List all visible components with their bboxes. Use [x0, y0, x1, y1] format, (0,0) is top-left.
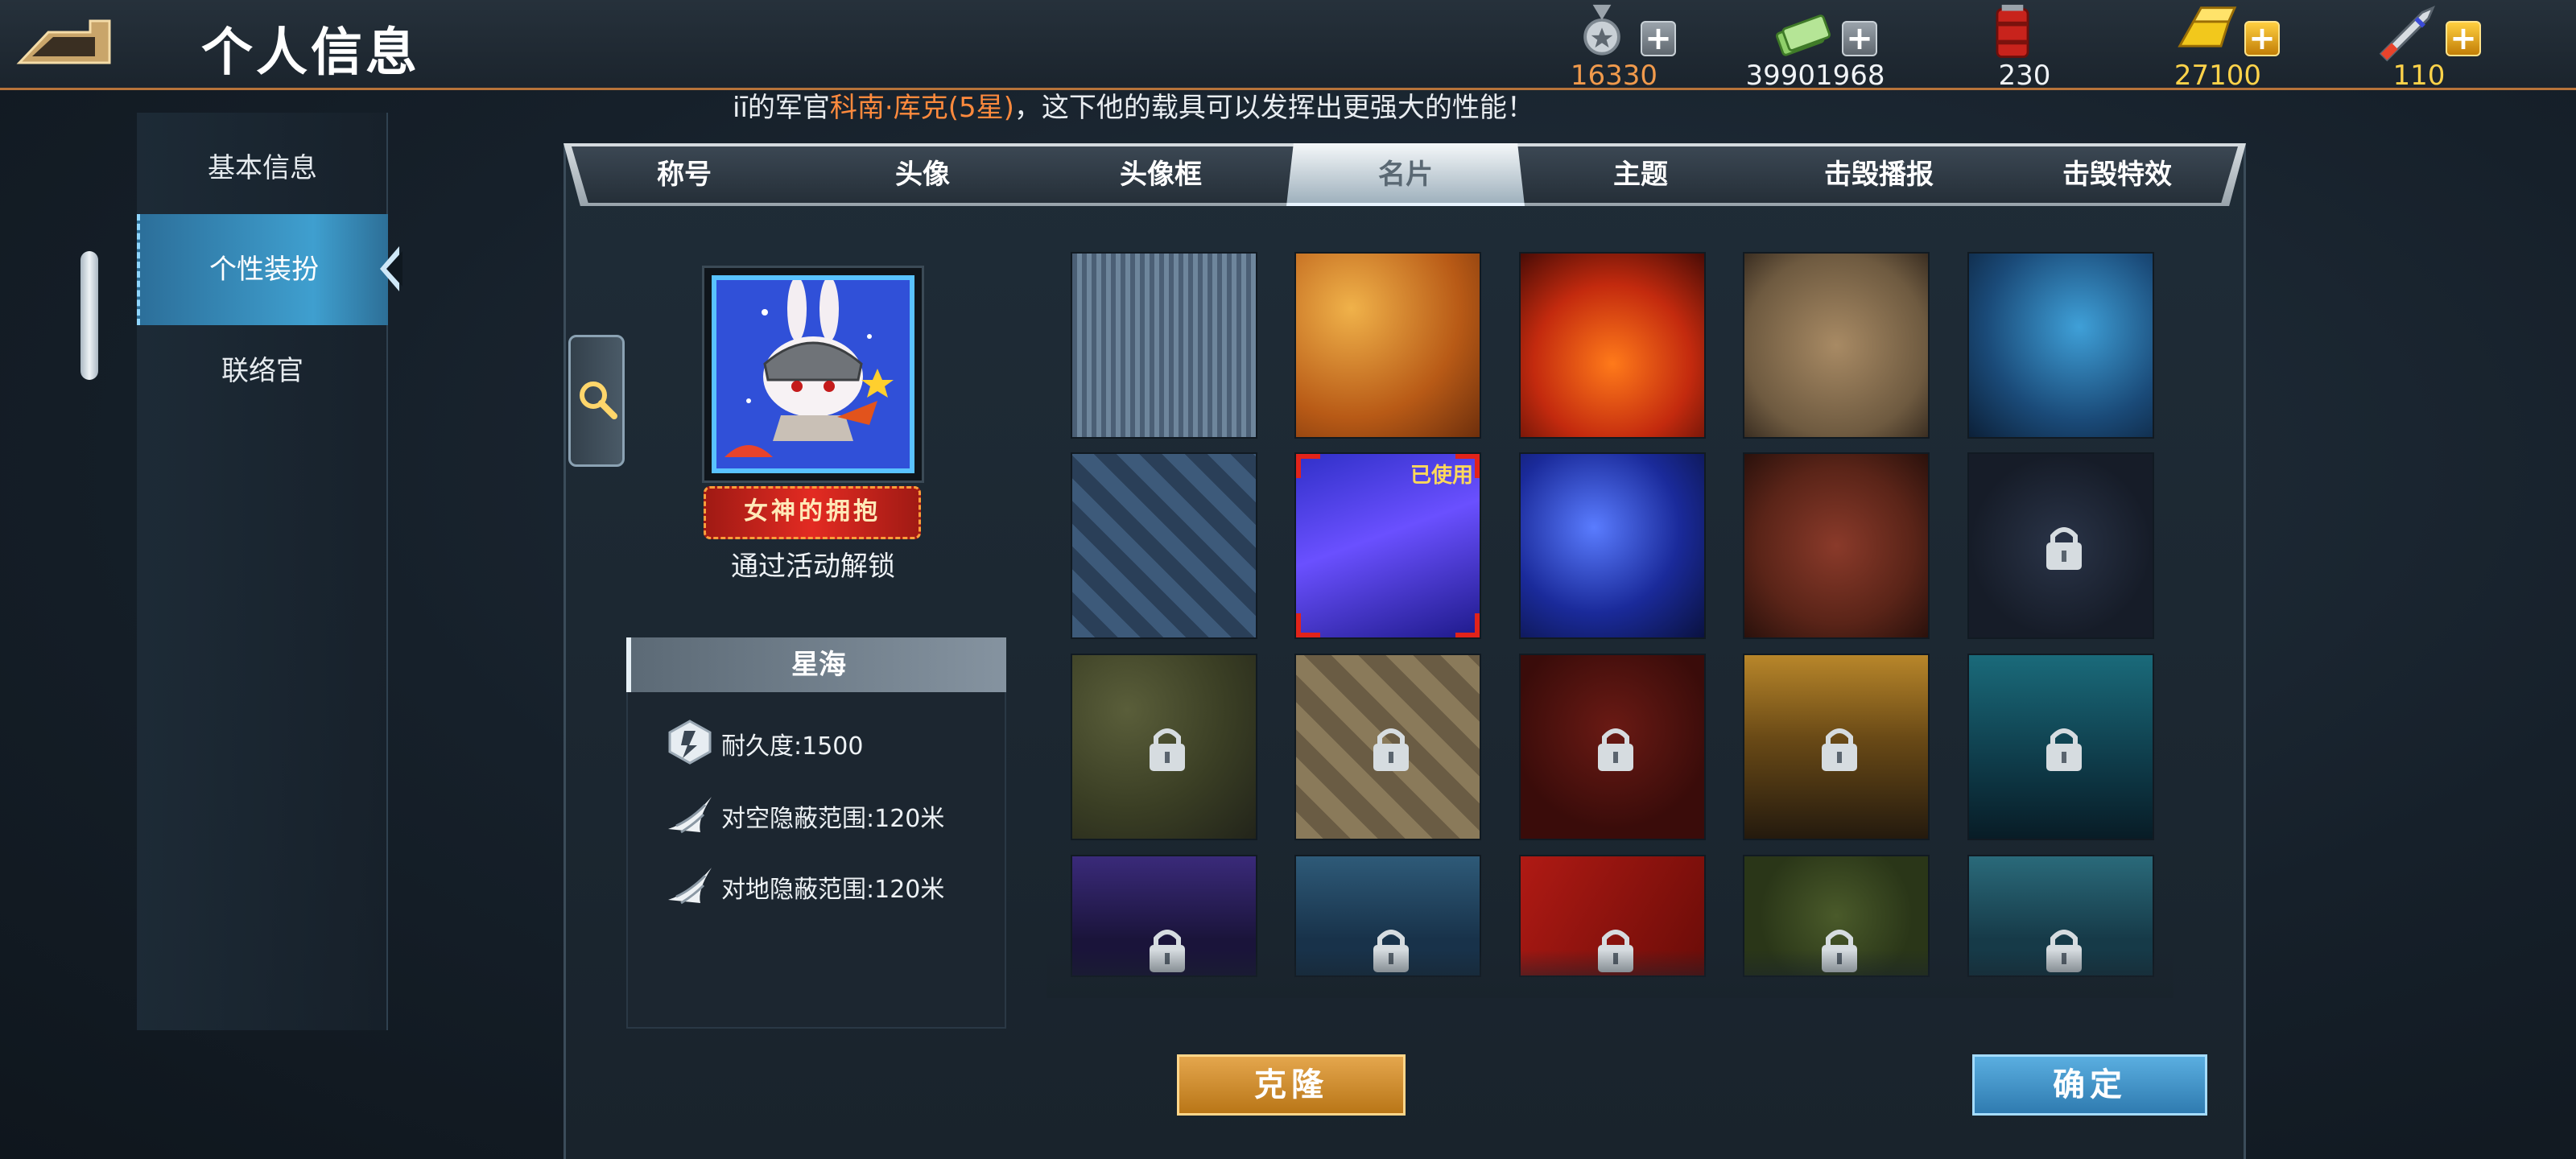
- marquee-prefix: iī的军官: [733, 92, 830, 124]
- card-tile-beige-diamonds[interactable]: [1294, 654, 1481, 840]
- clone-button[interactable]: 克隆: [1177, 1054, 1406, 1116]
- grid-fade: [1046, 950, 2174, 998]
- card-tile-flames[interactable]: [1519, 252, 1706, 439]
- tab-4[interactable]: 主题: [1521, 143, 1760, 206]
- add-gold-button[interactable]: +: [2244, 21, 2280, 56]
- resource-value: 230: [1998, 60, 2051, 92]
- resource-cash: +39901968: [1731, 3, 1892, 92]
- card-tile-dark-star[interactable]: [1967, 452, 2154, 639]
- resource-oil: 230: [1940, 3, 2101, 92]
- active-indicator-inner: [386, 251, 402, 287]
- rocket-icon: [2379, 5, 2436, 62]
- card-tile-autumn-leaves[interactable]: [1294, 252, 1481, 439]
- stat-text: 对空隐蔽范围:120米: [721, 805, 945, 833]
- sidebar-scrollbar[interactable]: [80, 251, 98, 380]
- resource-medal: +16330: [1530, 3, 1690, 92]
- sidebar-item-personalization[interactable]: 个性装扮: [137, 214, 402, 325]
- tab-0[interactable]: 称号: [565, 143, 803, 206]
- stealth-air-icon: [668, 797, 712, 834]
- selection-corner: [1296, 613, 1320, 637]
- back-arrow-icon: [16, 19, 111, 64]
- magnify-button[interactable]: [568, 335, 625, 467]
- add-rocket-button[interactable]: +: [2446, 21, 2481, 56]
- resource-value: 27100: [2174, 60, 2262, 92]
- title-badge: 女神的拥抱: [704, 486, 921, 539]
- resource-value: 16330: [1570, 60, 1658, 92]
- tab-2[interactable]: 头像框: [1042, 143, 1280, 206]
- card-tile-teal-sea[interactable]: [1967, 654, 2154, 840]
- stat-text: 耐久度:1500: [721, 732, 864, 761]
- tab-6[interactable]: 击毁特效: [1998, 143, 2236, 206]
- card-tile-galaxy[interactable]: [1519, 452, 1706, 639]
- unlock-hint: 通过活动解锁: [731, 551, 895, 583]
- resource-gold: +27100: [2133, 3, 2294, 92]
- card-name: 星海: [626, 637, 1006, 692]
- durability-icon: [668, 720, 712, 765]
- tab-1[interactable]: 头像: [803, 143, 1042, 206]
- tab-3[interactable]: 名片: [1286, 143, 1525, 206]
- sidebar-item-label: 个性装扮: [209, 254, 319, 286]
- stat-ground-stealth: 对地隐蔽范围:120米: [665, 861, 1003, 909]
- card-tile-sunset[interactable]: [1743, 654, 1930, 840]
- selection-corner: [1296, 454, 1320, 478]
- stat-air-stealth: 对空隐蔽范围:120米: [665, 790, 1003, 839]
- lock-icon: [1150, 728, 1185, 771]
- sidebar-item-label: 联络官: [221, 355, 303, 387]
- back-button[interactable]: [16, 14, 114, 68]
- card-tile-dark-red[interactable]: [1519, 654, 1706, 840]
- tab-5[interactable]: 击毁播报: [1760, 143, 1998, 206]
- announcement-marquee: iī的军官科南·库克(5星)，这下他的载具可以发挥出更强大的性能！: [733, 85, 1534, 125]
- lock-icon: [1822, 728, 1857, 771]
- stat-text: 对地隐蔽范围:120米: [721, 876, 945, 904]
- card-tile-hex-pattern[interactable]: [1071, 252, 1257, 439]
- page-title: 个人信息: [201, 23, 420, 83]
- sidebar: 基本信息 个性装扮 联络官: [137, 113, 402, 1030]
- sidebar-item-basic-info[interactable]: 基本信息: [137, 113, 388, 224]
- sidebar-item-label: 基本信息: [208, 152, 317, 184]
- selection-corner: [1455, 613, 1480, 637]
- oil-barrel-icon: [1996, 4, 2029, 58]
- card-tile-star-sea[interactable]: 已使用: [1294, 452, 1481, 639]
- add-cash-button[interactable]: +: [1842, 21, 1877, 56]
- card-tile-checkered-blue[interactable]: [1071, 452, 1257, 639]
- marquee-suffix: ，这下他的载具可以发挥出更强大的性能！: [1013, 92, 1534, 124]
- confirm-button[interactable]: 确定: [1972, 1054, 2207, 1116]
- sidebar-item-liaison-officer[interactable]: 联络官: [137, 316, 388, 427]
- resource-value: 39901968: [1745, 60, 1885, 92]
- medal-icon: [1583, 4, 1620, 56]
- lock-icon: [2046, 527, 2082, 570]
- gold-bar-icon: [2178, 6, 2237, 47]
- rabbit-soldier-icon: [716, 277, 910, 468]
- avatar-preview: [712, 275, 914, 473]
- magnifier-icon: [580, 382, 617, 419]
- resource-value: 110: [2392, 60, 2446, 92]
- card-tile-green-camo[interactable]: [1071, 654, 1257, 840]
- in-use-tag: 已使用: [1410, 464, 1473, 488]
- stat-durability: 耐久度:1500: [665, 718, 1003, 766]
- resource-rocket: +110: [2334, 3, 2496, 92]
- lock-icon: [1373, 728, 1409, 771]
- lock-icon: [1598, 728, 1633, 771]
- lock-icon: [2046, 728, 2082, 771]
- card-tile-hammer-sickle[interactable]: [1743, 452, 1930, 639]
- stealth-ground-icon: [668, 868, 712, 905]
- add-medal-button[interactable]: +: [1641, 21, 1676, 56]
- card-tile-blue-hexagons[interactable]: [1967, 252, 2154, 439]
- card-tile-desert-star[interactable]: [1743, 252, 1930, 439]
- marquee-highlight: 科南·库克(5星): [829, 92, 1014, 124]
- cash-icon: [1775, 14, 1831, 56]
